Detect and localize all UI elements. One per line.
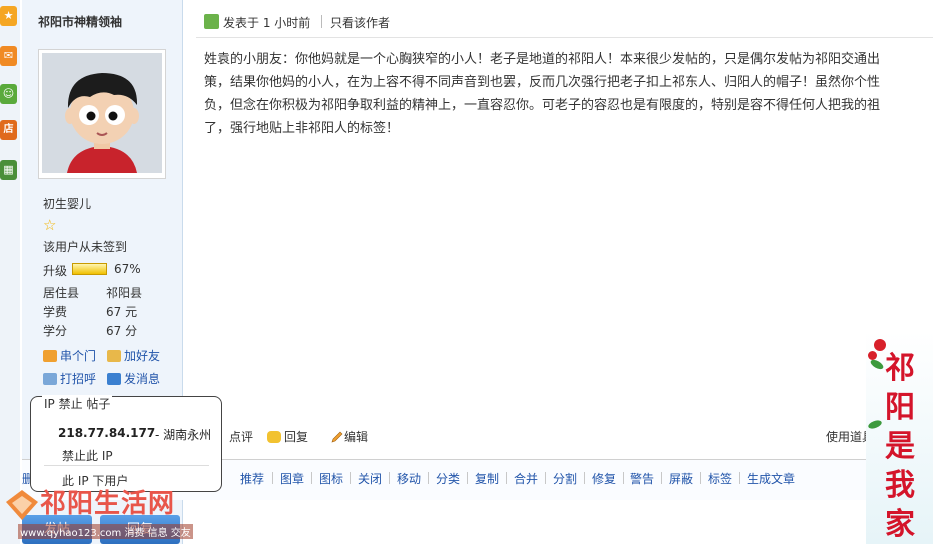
reply-bubble-icon xyxy=(267,431,281,443)
edit-label: 编辑 xyxy=(344,430,369,444)
reply-action[interactable]: 回复 xyxy=(267,428,308,445)
mod-separator xyxy=(272,472,273,484)
only-author-link[interactable]: 只看该作者 xyxy=(330,14,390,31)
header-rule xyxy=(196,37,933,38)
mod-separator xyxy=(739,472,740,484)
friends-app-icon[interactable]: ☺ xyxy=(0,84,17,104)
mod-separator xyxy=(311,472,312,484)
username[interactable]: 祁阳市神精领袖 xyxy=(38,13,122,30)
shop-app-icon[interactable]: 店 xyxy=(0,120,17,140)
message-link[interactable]: 发消息 xyxy=(107,370,160,387)
mod-icon[interactable]: 图标 xyxy=(319,470,343,487)
mod-separator xyxy=(623,472,624,484)
post-line: 策，结果你他妈的小人，在为上容不得不同声音到也罢，反而几次强行把老子扣上祁东人、… xyxy=(204,75,881,90)
greet-icon xyxy=(43,373,57,385)
site-logo[interactable]: 祁阳生活网 xyxy=(40,483,175,520)
pencil-icon xyxy=(331,431,343,443)
mod-warn[interactable]: 警告 xyxy=(630,470,654,487)
mod-generate-article[interactable]: 生成文章 xyxy=(747,470,795,487)
sign-in-status: 该用户从未签到 xyxy=(43,240,128,254)
ip-location: - 湖南永州 xyxy=(155,428,212,442)
envelope-icon xyxy=(107,373,121,385)
field-label-county: 居住县 xyxy=(43,286,80,300)
avatar[interactable] xyxy=(42,53,162,173)
banner-char: 是 xyxy=(885,429,915,464)
mod-separator xyxy=(661,472,662,484)
game-app-icon[interactable]: ▦ xyxy=(0,160,17,180)
mod-separator xyxy=(584,472,585,484)
mod-copy[interactable]: 复制 xyxy=(475,470,499,487)
post-time: 发表于 1 小时前 xyxy=(223,16,311,30)
mod-separator xyxy=(350,472,351,484)
mod-separator xyxy=(545,472,546,484)
user-rank: 初生婴儿 xyxy=(43,197,92,211)
mod-recommend[interactable]: 推荐 xyxy=(240,470,264,487)
field-value-fee: 67 元 xyxy=(106,305,138,319)
qiyang-banner[interactable]: 祁 阳 是 我 家 xyxy=(866,331,933,544)
mod-repair[interactable]: 修复 xyxy=(592,470,616,487)
message-label: 发消息 xyxy=(124,372,161,386)
field-value-credit: 67 分 xyxy=(106,324,138,338)
field-label-credit: 学分 xyxy=(43,324,68,338)
ban-ip-link[interactable]: 禁止此 IP xyxy=(62,447,113,464)
mod-close[interactable]: 关闭 xyxy=(358,470,382,487)
level-progress-bar xyxy=(72,263,107,275)
star-app-icon[interactable]: ★ xyxy=(0,6,17,26)
greet-label: 打招呼 xyxy=(60,372,97,386)
post-line: 姓袁的小朋友：你他妈就是一个心胸狭窄的小人！老子是地道的祁阳人！本来很少发帖的，… xyxy=(204,52,881,67)
ip-address: 218.77.84.177 xyxy=(58,426,156,440)
visit-label: 串个门 xyxy=(60,349,97,363)
ip-popup-tabs[interactable]: IP 禁止 帖子 xyxy=(42,395,113,412)
mod-separator xyxy=(428,472,429,484)
mod-separator xyxy=(389,472,390,484)
app-icon-strip: ★ ✉ ☺ 店 ▦ xyxy=(0,0,20,544)
mod-block[interactable]: 屏蔽 xyxy=(669,470,693,487)
online-status-icon xyxy=(204,14,219,29)
visit-link[interactable]: 串个门 xyxy=(43,347,96,364)
mod-separator xyxy=(700,472,701,484)
add-friend-label: 加好友 xyxy=(124,349,161,363)
mod-split[interactable]: 分割 xyxy=(553,470,577,487)
cartoon-boy-avatar-icon xyxy=(42,53,162,173)
field-label-fee: 学费 xyxy=(43,305,68,319)
mod-separator xyxy=(467,472,468,484)
banner-char: 祁 xyxy=(885,351,915,386)
greet-link[interactable]: 打招呼 xyxy=(43,370,96,387)
rate-button[interactable]: 点评 xyxy=(229,428,253,445)
mod-separator xyxy=(506,472,507,484)
popup-divider xyxy=(44,465,209,466)
edit-action[interactable]: 编辑 xyxy=(330,428,368,445)
handshake-icon xyxy=(107,350,121,362)
site-logo-icon xyxy=(6,490,38,520)
mod-merge[interactable]: 合并 xyxy=(514,470,538,487)
mail-app-icon[interactable]: ✉ xyxy=(0,46,17,66)
post-line: 了，强行地贴上非祁阳人的标签！ xyxy=(204,121,400,136)
add-friend-link[interactable]: 加好友 xyxy=(107,347,160,364)
field-value-county: 祁阳县 xyxy=(106,286,143,300)
mod-stamp[interactable]: 图章 xyxy=(280,470,304,487)
level-progress-value: 67% xyxy=(114,262,141,276)
home-icon xyxy=(43,350,57,362)
mod-tag[interactable]: 标签 xyxy=(708,470,732,487)
header-divider xyxy=(321,15,322,28)
rank-star-icon: ☆ xyxy=(43,216,57,234)
level-label: 升级 xyxy=(43,264,68,278)
site-logo-url: www.qyhao123.com 消费 信息 交友 xyxy=(18,524,193,539)
post-line: 负，但念在你积极为祁阳争取利益的精神上，一直容忍你。可老子的容忍也是有限度的，特… xyxy=(204,98,881,113)
reply-label: 回复 xyxy=(284,430,309,444)
banner-char: 家 xyxy=(885,507,915,542)
banner-char: 阳 xyxy=(885,390,915,425)
banner-char: 我 xyxy=(885,468,915,503)
mod-category[interactable]: 分类 xyxy=(436,470,460,487)
post-content: 姓袁的小朋友：你他妈就是一个心胸狭窄的小人！老子是地道的祁阳人！本来很少发帖的，… xyxy=(204,48,933,140)
mod-move[interactable]: 移动 xyxy=(397,470,421,487)
